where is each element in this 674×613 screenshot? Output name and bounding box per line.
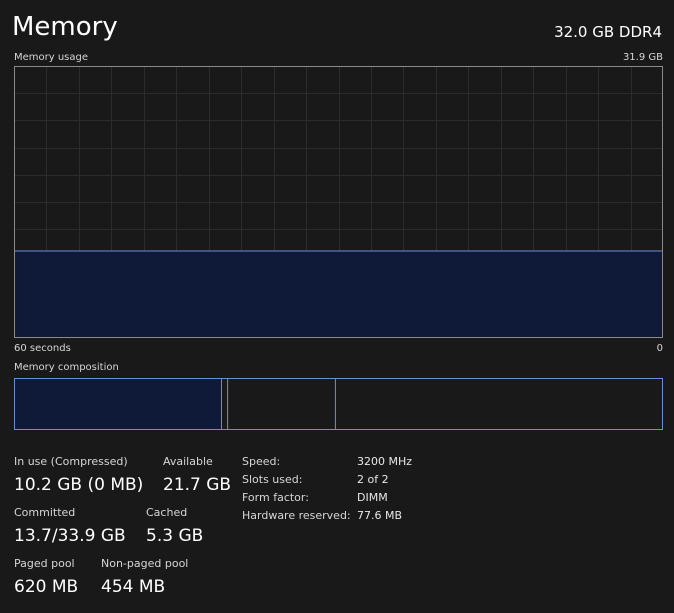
hardware-spec: 32.0 GB DDR4 <box>554 23 662 41</box>
in-use-label: In use (Compressed) <box>14 455 128 468</box>
spec-slots-value: 2 of 2 <box>357 473 389 486</box>
spec-hardware-reserved-key: Hardware reserved: <box>242 509 351 522</box>
cached-label: Cached <box>146 506 188 519</box>
available-label: Available <box>163 455 213 468</box>
zero-axis-label: 0 <box>656 343 663 354</box>
memory-usage-graph <box>14 66 663 338</box>
non-paged-pool-label: Non-paged pool <box>101 557 189 570</box>
in-use-value: 10.2 GB (0 MB) <box>14 475 144 495</box>
spec-slots-key: Slots used: <box>242 473 303 486</box>
cached-value: 5.3 GB <box>146 526 204 546</box>
memory-usage-label: Memory usage <box>14 52 89 63</box>
memory-composition-bar <box>14 378 663 430</box>
committed-value: 13.7/33.9 GB <box>14 526 126 546</box>
spec-form-factor-key: Form factor: <box>242 491 309 504</box>
memory-usage-max-label: 31.9 GB <box>622 52 663 63</box>
spec-speed-key: Speed: <box>242 455 281 468</box>
spec-hardware-reserved-value: 77.6 MB <box>357 509 403 522</box>
paged-pool-value: 620 MB <box>14 577 79 597</box>
available-value: 21.7 GB <box>163 475 232 495</box>
spec-form-factor-value: DIMM <box>357 491 388 504</box>
non-paged-pool-value: 454 MB <box>101 577 166 597</box>
spec-speed-value: 3200 MHz <box>357 455 413 468</box>
paged-pool-label: Paged pool <box>14 557 75 570</box>
page-title: Memory <box>12 12 118 42</box>
time-axis-label: 60 seconds <box>14 343 71 354</box>
committed-label: Committed <box>14 506 76 519</box>
memory-composition-label: Memory composition <box>14 362 119 373</box>
memory-usage-area <box>14 251 663 338</box>
composition-in-use-segment <box>14 378 222 430</box>
